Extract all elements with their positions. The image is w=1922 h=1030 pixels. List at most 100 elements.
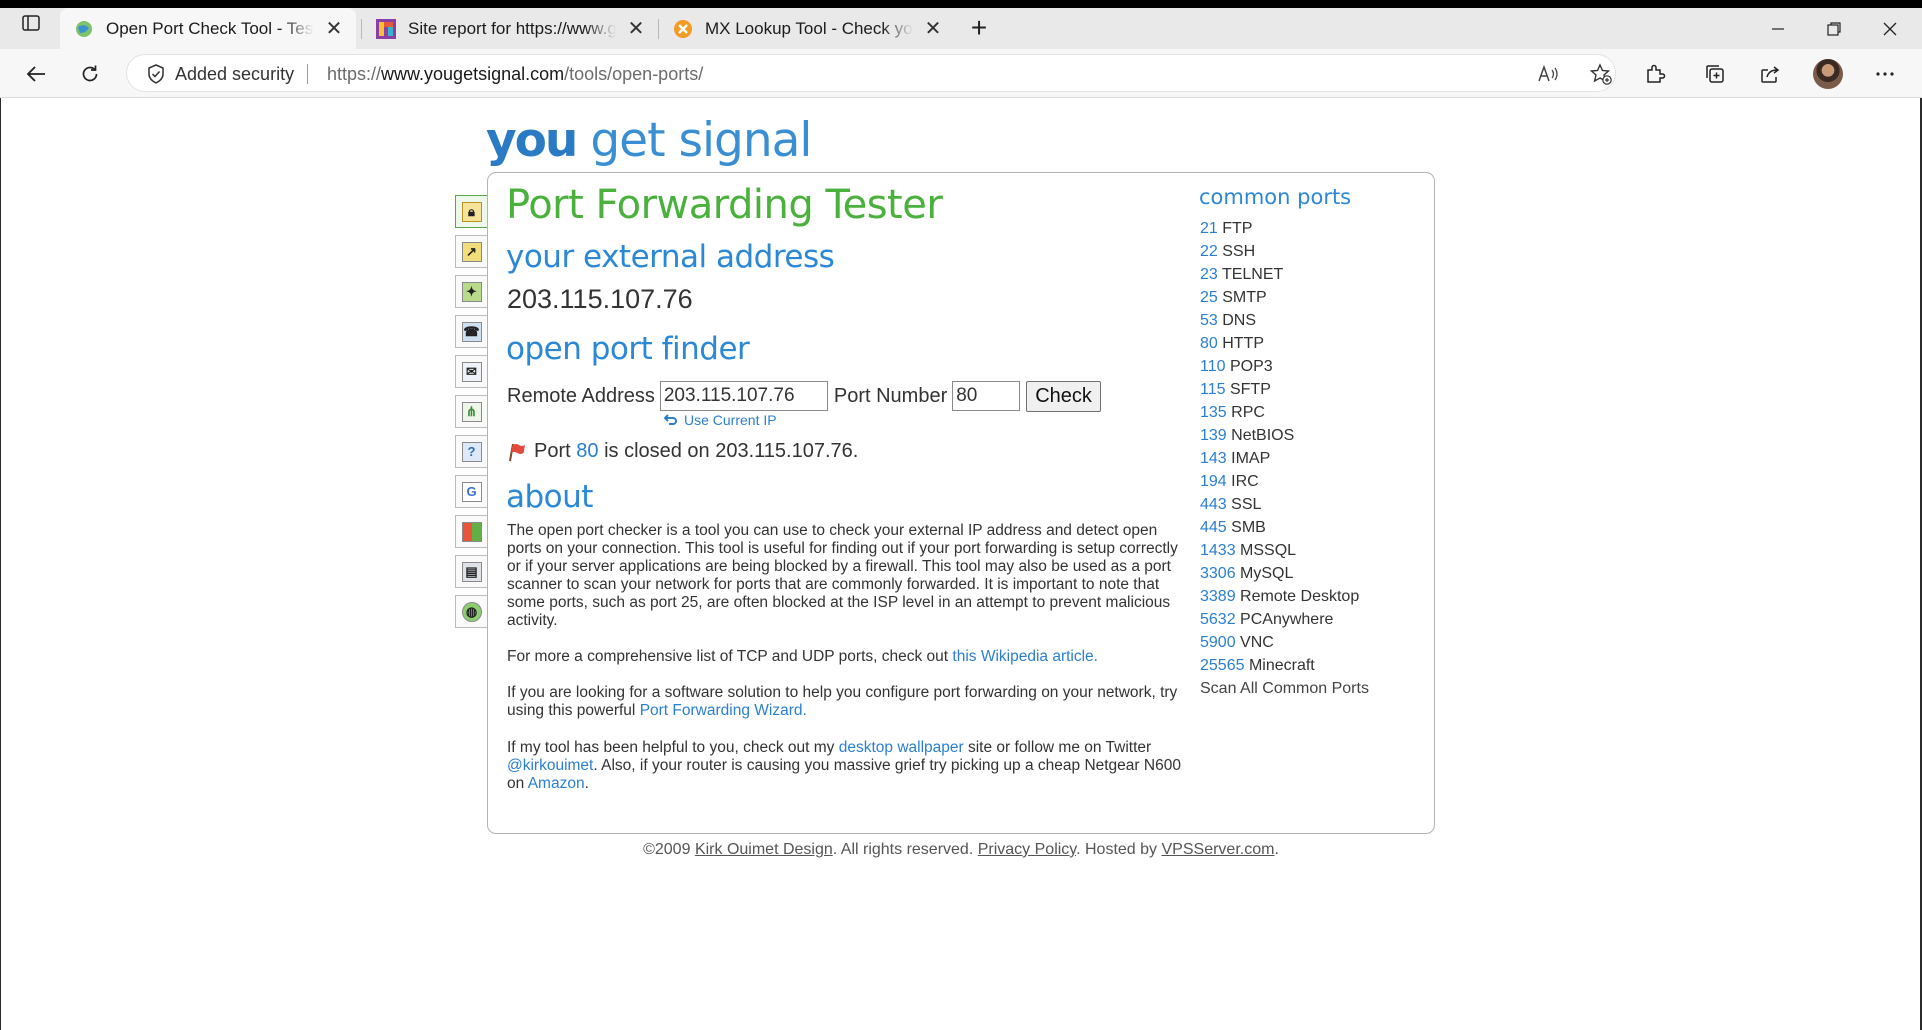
- favorite-star-icon[interactable]: [1587, 60, 1615, 88]
- result-suffix: is closed on 203.115.107.76.: [604, 440, 859, 462]
- author-link[interactable]: Kirk Ouimet Design: [695, 841, 833, 858]
- site-logo[interactable]: you get signal: [486, 113, 813, 168]
- security-indicator[interactable]: Added security: [147, 55, 294, 93]
- mail-icon[interactable]: ✉: [455, 355, 487, 388]
- port-number: 445: [1200, 519, 1227, 536]
- google-icon[interactable]: G: [455, 475, 487, 508]
- result-port-link[interactable]: 80: [576, 440, 598, 463]
- common-port-item[interactable]: 5900 VNC: [1200, 631, 1369, 654]
- page-footer: ©2009 Kirk Ouimet Design. All rights res…: [0, 841, 1922, 859]
- desktop-wallpaper-link[interactable]: desktop wallpaper: [839, 739, 964, 756]
- tab-site-report[interactable]: Site report for https://www.google.com ✕: [362, 8, 658, 49]
- close-tab-icon[interactable]: ✕: [322, 17, 346, 41]
- refresh-button[interactable]: [73, 57, 107, 91]
- globe-icon[interactable]: ◍: [455, 595, 487, 628]
- more-menu-icon[interactable]: [1868, 57, 1902, 91]
- share-icon[interactable]: [1753, 57, 1787, 91]
- tab-actions-icon[interactable]: [18, 10, 44, 36]
- common-port-item[interactable]: 53 DNS: [1200, 309, 1369, 332]
- common-port-item[interactable]: 135 RPC: [1200, 401, 1369, 424]
- about-paragraph-4: If my tool has been helpful to you, chec…: [507, 739, 1182, 793]
- amazon-link[interactable]: Amazon: [528, 775, 585, 792]
- minimize-button[interactable]: [1750, 8, 1806, 49]
- read-aloud-icon[interactable]: [1534, 60, 1562, 88]
- common-port-item[interactable]: 1433 MSSQL: [1200, 539, 1369, 562]
- profile-avatar[interactable]: [1813, 59, 1843, 89]
- tab-title: Open Port Check Tool - Test Port Forward…: [106, 18, 314, 38]
- port-number-input[interactable]: [952, 381, 1021, 411]
- use-current-ip-link[interactable]: Use Current IP: [664, 412, 777, 428]
- host-link[interactable]: VPSServer.com: [1162, 841, 1275, 858]
- new-tab-button[interactable]: +: [964, 14, 994, 42]
- port-number: 23: [1200, 266, 1218, 283]
- port-number: 3306: [1200, 565, 1236, 582]
- help-icon[interactable]: ?: [455, 435, 487, 468]
- common-port-item[interactable]: 25565 Minecraft: [1200, 654, 1369, 677]
- url-prefix: https://: [327, 64, 382, 84]
- about-p4-b: site or follow me on Twitter: [967, 739, 1152, 756]
- port-number: 25: [1200, 289, 1218, 306]
- tab-open-port-check[interactable]: Open Port Check Tool - Test Port Forward…: [60, 8, 356, 49]
- map-icon[interactable]: ✦: [455, 275, 487, 308]
- logo-you: you: [486, 113, 578, 168]
- common-port-item[interactable]: 143 IMAP: [1200, 447, 1369, 470]
- tab-mx-lookup[interactable]: MX Lookup Tool - Check your DNS MX Recor…: [659, 8, 955, 49]
- port-number: 139: [1200, 427, 1227, 444]
- port-name: DNS: [1222, 312, 1257, 329]
- check-button[interactable]: Check: [1026, 380, 1101, 412]
- windows-icon[interactable]: [455, 515, 487, 548]
- common-port-item[interactable]: 5632 PCAnywhere: [1200, 608, 1369, 631]
- remote-address-input[interactable]: [659, 381, 828, 411]
- lock-icon[interactable]: 🔒︎: [455, 195, 487, 228]
- port-name: MySQL: [1240, 565, 1294, 582]
- about-p4-c: . Also, if your router is causing you ma…: [507, 757, 1181, 792]
- common-port-item[interactable]: 23 TELNET: [1200, 263, 1369, 286]
- port-name: TELNET: [1221, 266, 1284, 283]
- browser-titlebar: Open Port Check Tool - Test Port Forward…: [0, 0, 1922, 49]
- open-port-finder-heading: open port finder: [506, 331, 750, 367]
- common-port-item[interactable]: 22 SSH: [1200, 240, 1369, 263]
- about-p3-text: If you are looking for a software soluti…: [507, 684, 1178, 719]
- close-tab-icon[interactable]: ✕: [921, 17, 945, 41]
- scan-all-common-ports-link[interactable]: Scan All Common Ports: [1200, 677, 1369, 700]
- common-port-item[interactable]: 25 SMTP: [1200, 286, 1369, 309]
- restore-button[interactable]: [1806, 8, 1862, 49]
- phone-icon[interactable]: ☎: [455, 315, 487, 348]
- privacy-policy-link[interactable]: Privacy Policy: [978, 841, 1076, 858]
- chart-icon[interactable]: ↗: [455, 235, 487, 268]
- url-host: www.yougetsignal.com: [381, 64, 565, 84]
- common-port-item[interactable]: 443 SSL: [1200, 493, 1369, 516]
- port-name: PCAnywhere: [1240, 611, 1334, 628]
- back-button[interactable]: [19, 57, 53, 91]
- common-port-item[interactable]: 194 IRC: [1200, 470, 1369, 493]
- address-bar[interactable]: Added security https://www.yougetsignal.…: [126, 54, 1616, 92]
- close-window-button[interactable]: [1862, 8, 1918, 49]
- port-name: MSSQL: [1240, 542, 1297, 559]
- common-port-item[interactable]: 80 HTTP: [1200, 332, 1369, 355]
- network-icon[interactable]: ⋔: [455, 395, 487, 428]
- common-port-item[interactable]: 445 SMB: [1200, 516, 1369, 539]
- common-port-item[interactable]: 3306 MySQL: [1200, 562, 1369, 585]
- port-forwarding-wizard-link[interactable]: Port Forwarding Wizard.: [640, 702, 807, 719]
- port-name: POP3: [1229, 358, 1273, 375]
- url-path: /tools/open-ports/: [564, 64, 704, 84]
- footer-end: .: [1274, 841, 1279, 858]
- common-port-item[interactable]: 139 NetBIOS: [1200, 424, 1369, 447]
- common-port-item[interactable]: 115 SFTP: [1200, 378, 1369, 401]
- twitter-link[interactable]: @kirkouimet: [507, 757, 593, 774]
- url-text[interactable]: https://www.yougetsignal.com/tools/open-…: [327, 55, 703, 93]
- security-label: Added security: [175, 63, 295, 84]
- common-port-item[interactable]: 21 FTP: [1200, 217, 1369, 240]
- wikipedia-link[interactable]: this Wikipedia article.: [952, 648, 1098, 665]
- port-name: RPC: [1231, 404, 1265, 421]
- port-name: NetBIOS: [1231, 427, 1295, 444]
- close-tab-icon[interactable]: ✕: [624, 17, 648, 41]
- port-name: VNC: [1240, 634, 1274, 651]
- server-icon[interactable]: ▤: [455, 555, 487, 588]
- collections-icon[interactable]: [1698, 57, 1732, 91]
- common-port-item[interactable]: 110 POP3: [1200, 355, 1369, 378]
- extensions-icon[interactable]: [1638, 57, 1672, 91]
- port-name: SFTP: [1229, 381, 1271, 398]
- common-port-item[interactable]: 3389 Remote Desktop: [1200, 585, 1369, 608]
- port-number: 135: [1200, 404, 1227, 421]
